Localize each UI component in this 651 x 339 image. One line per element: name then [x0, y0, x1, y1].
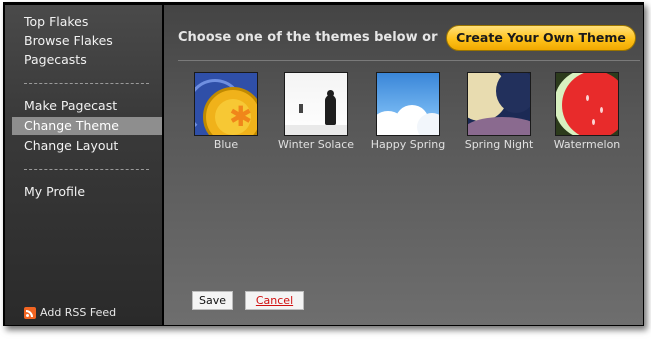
theme-winter-solace-thumbnail[interactable] [284, 72, 348, 136]
add-rss-feed-label: Add RSS Feed [40, 306, 117, 319]
sidebar-divider [24, 169, 149, 170]
theme-blue[interactable]: ✱ Blue [181, 72, 271, 151]
page-heading: Choose one of the themes below or [178, 30, 438, 45]
theme-panel: Choose one of the themes below or Create… [164, 5, 643, 325]
save-button[interactable]: Save [192, 291, 233, 310]
make-pagecast-label: Make Pagecast [24, 98, 118, 113]
theme-spring-night[interactable]: Spring Night [454, 72, 544, 151]
theme-spring-night-thumbnail[interactable] [467, 72, 531, 136]
theme-happy-spring-label: Happy Spring [370, 138, 446, 151]
theme-happy-spring-thumbnail[interactable] [376, 72, 440, 136]
rss-icon [24, 306, 36, 319]
theme-happy-spring[interactable]: Happy Spring [363, 72, 453, 151]
theme-winter-solace[interactable]: Winter Solace [271, 72, 361, 151]
pagecasts-link[interactable]: Pagecasts [24, 52, 87, 68]
add-rss-feed-link[interactable]: Add RSS Feed [24, 306, 116, 319]
theme-watermelon-label: Watermelon [553, 138, 621, 151]
theme-watermelon[interactable]: Watermelon [542, 72, 632, 151]
theme-winter-solace-label: Winter Solace [277, 138, 355, 151]
theme-spring-night-label: Spring Night [464, 138, 534, 151]
change-theme-link[interactable]: Change Theme [12, 117, 162, 135]
cancel-button[interactable]: Cancel [245, 291, 304, 310]
my-profile-link[interactable]: My Profile [24, 184, 85, 200]
theme-blue-thumbnail[interactable]: ✱ [194, 72, 258, 136]
sidebar-divider [24, 83, 149, 84]
heading-divider [178, 60, 640, 61]
browse-flakes-link[interactable]: Browse Flakes [24, 33, 113, 49]
theme-blue-label: Blue [213, 138, 239, 151]
sidebar: Top Flakes Browse Flakes Pagecasts Make … [5, 5, 162, 325]
change-theme-label: Change Theme [24, 118, 119, 133]
asterisk-icon: ✱ [229, 100, 253, 133]
theme-watermelon-thumbnail[interactable] [555, 72, 619, 136]
change-layout-label: Change Layout [24, 138, 119, 153]
make-pagecast-link[interactable]: Make Pagecast [12, 97, 162, 115]
top-flakes-link[interactable]: Top Flakes [24, 14, 88, 30]
change-layout-link[interactable]: Change Layout [12, 137, 162, 155]
create-theme-button[interactable]: Create Your Own Theme [446, 25, 636, 51]
